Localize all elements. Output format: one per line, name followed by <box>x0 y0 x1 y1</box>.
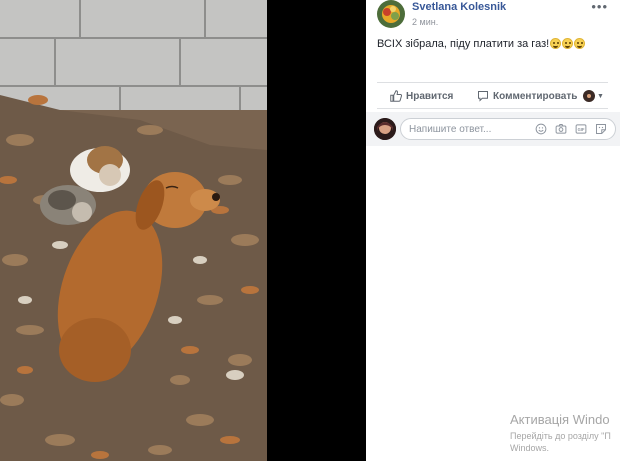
post-message: ВСІХ зібрала, піду платити за газ! <box>377 38 550 50</box>
smile-emoji-icon <box>550 38 562 49</box>
comment-bubble-icon <box>478 91 488 102</box>
photo-viewer-backdrop <box>267 0 366 461</box>
sticker-icon[interactable] <box>595 123 607 135</box>
caret-down-icon: ▼ <box>597 92 604 100</box>
thumbs-up-icon <box>390 90 402 102</box>
camera-icon[interactable] <box>555 123 567 135</box>
windows-activation-watermark: Активація Windo Перейдіть до розділу "П … <box>510 412 620 454</box>
gif-icon[interactable]: GIF <box>575 123 587 135</box>
viewer-avatar <box>374 118 396 140</box>
comment-label: Комментировать <box>493 90 578 102</box>
post-as-selector[interactable]: ▼ <box>583 90 604 102</box>
like-label: Нравится <box>406 90 454 102</box>
comment-button[interactable]: Комментировать <box>477 90 577 102</box>
svg-text:GIF: GIF <box>578 127 585 132</box>
smile-emoji-icon <box>562 38 574 49</box>
like-button[interactable]: Нравится <box>390 90 453 102</box>
post-photo[interactable] <box>0 0 267 461</box>
smile-emoji-icon <box>574 38 586 49</box>
viewer-avatar-image <box>374 118 396 140</box>
reply-composer: GIF <box>366 112 620 146</box>
post-text: ВСІХ зібрала, піду платити за газ! <box>377 38 586 50</box>
post-timestamp[interactable]: 2 мин. <box>412 17 438 27</box>
actions-divider-bottom <box>377 108 608 109</box>
more-dots-icon[interactable]: ••• <box>591 0 608 14</box>
photo-dog-and-cats <box>0 0 267 461</box>
activation-line-2: Windows. <box>510 443 550 453</box>
reply-input[interactable] <box>409 122 527 136</box>
post-header: Svetlana Kolesnik 2 мин. ••• <box>366 0 620 32</box>
actions-divider-top <box>377 82 608 83</box>
smiley-icon[interactable] <box>535 123 547 135</box>
viewer-mini-avatar <box>583 90 595 102</box>
author-avatar-image <box>377 0 405 28</box>
author-avatar[interactable] <box>377 0 405 28</box>
author-name-link[interactable]: Svetlana Kolesnik <box>412 1 506 13</box>
activation-line-1: Перейдіть до розділу "П <box>510 431 611 441</box>
activation-title: Активація Windo <box>510 412 610 427</box>
reply-input-box[interactable]: GIF <box>400 118 616 140</box>
post-side-panel: Svetlana Kolesnik 2 мин. ••• ВСІХ зібрал… <box>366 0 620 461</box>
post-actions-bar: Нравится Комментировать ▼ <box>366 86 620 108</box>
